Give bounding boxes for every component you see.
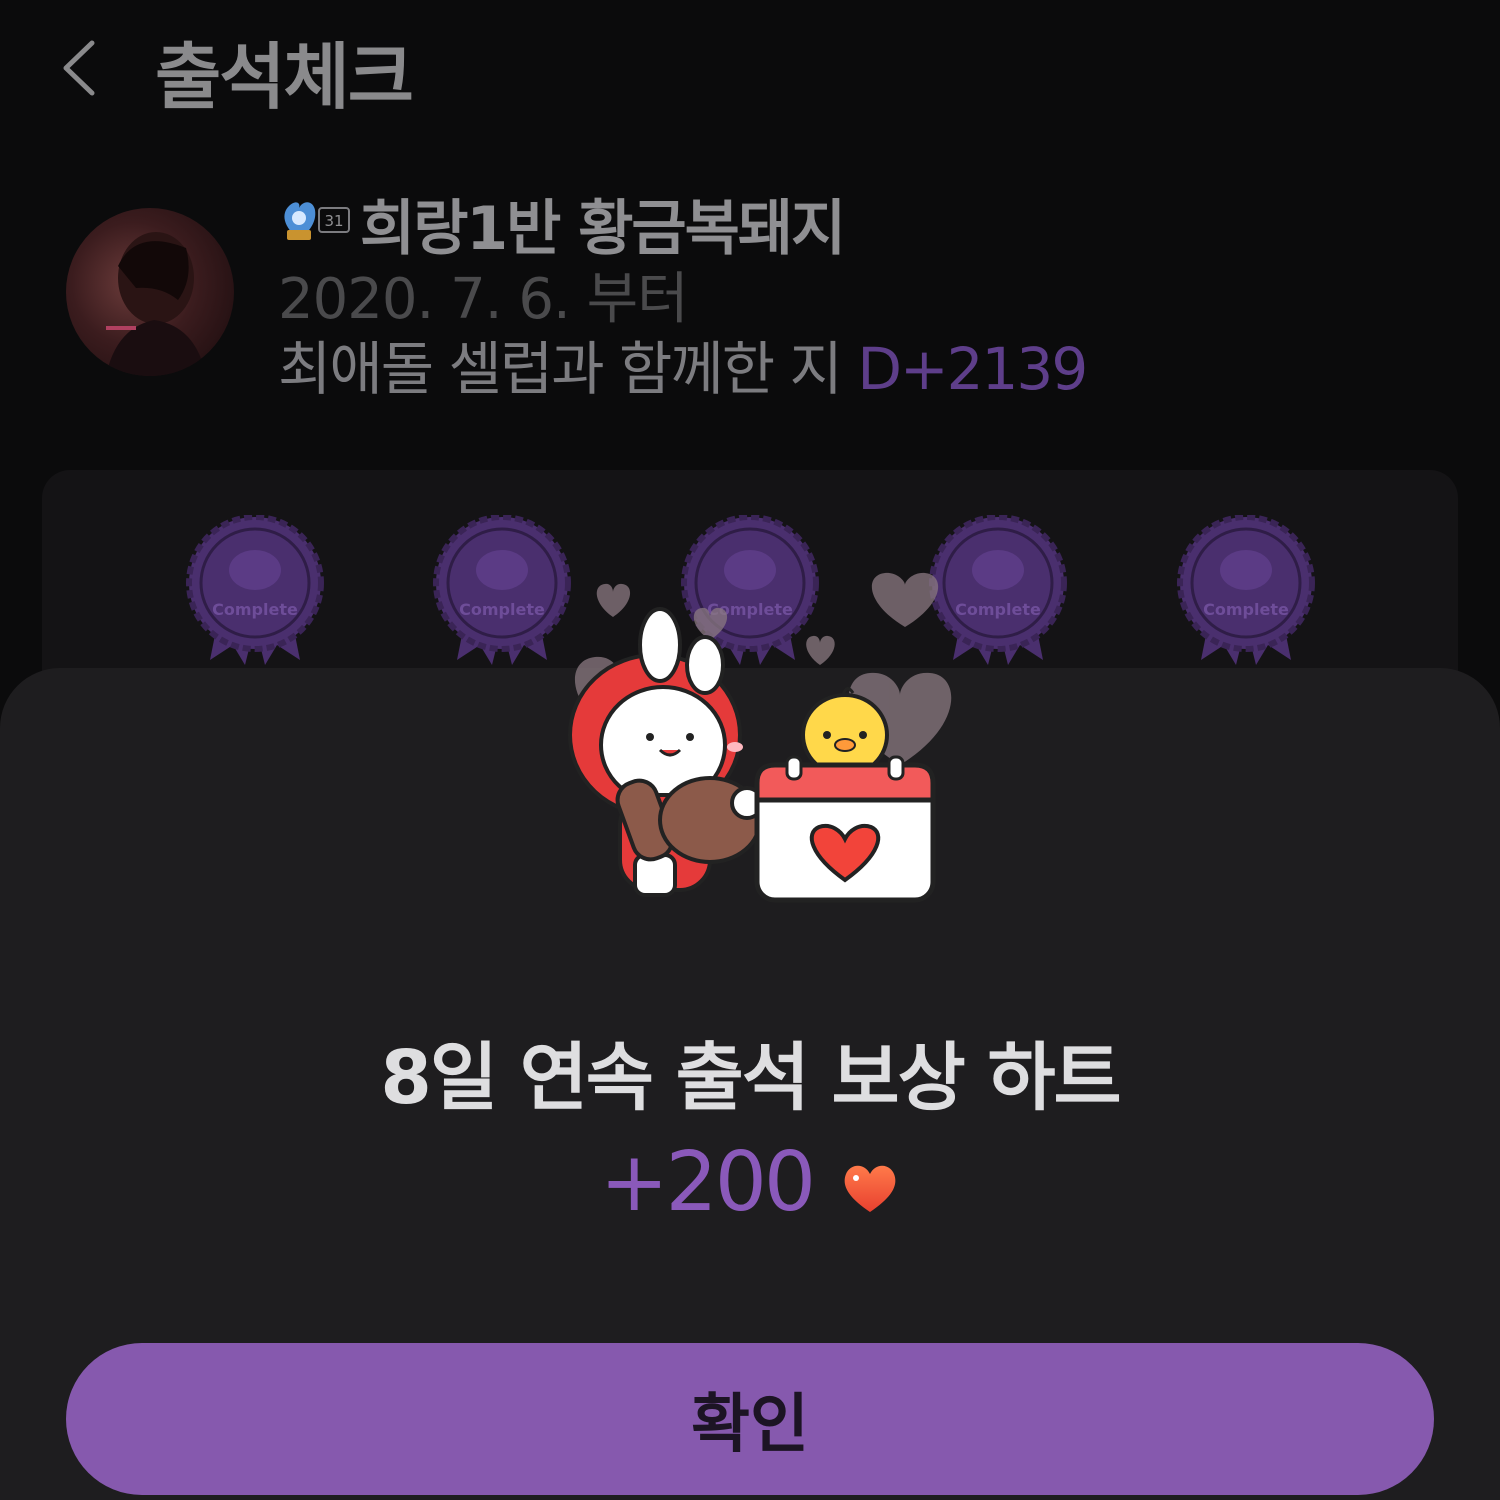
stamp-label: Complete bbox=[212, 600, 298, 619]
page-title: 출석체크 bbox=[155, 35, 414, 119]
reward-illustration bbox=[568, 572, 952, 903]
chevron-left-icon[interactable] bbox=[58, 35, 118, 100]
dday-line: 최애돌 셀럽과 함께한 지 D+2139 bbox=[278, 322, 1088, 406]
dday-prefix: 최애돌 셀럽과 함께한 지 bbox=[278, 335, 843, 403]
stamp-label: Complete bbox=[1203, 600, 1289, 619]
heart-icon bbox=[844, 1165, 896, 1212]
reward-title: 8일 연속 출석 보상 하트 bbox=[380, 1035, 1121, 1121]
complete-stamp-icon: Complete bbox=[186, 515, 324, 665]
badge-level-text: 31 bbox=[324, 212, 343, 230]
dday-value: D+2139 bbox=[857, 335, 1088, 403]
reward-amount-line: +200 bbox=[0, 1135, 1500, 1230]
confirm-button[interactable]: 확인 bbox=[66, 1343, 1434, 1495]
reward-amount: +200 bbox=[599, 1135, 816, 1230]
avatar[interactable] bbox=[66, 208, 234, 376]
level-badge-icon: 31 bbox=[284, 202, 350, 240]
complete-stamp-icon: Complete bbox=[1177, 515, 1315, 665]
header: 출석체크 31 희랑1반 황금복돼지 2020. 7. 6. 부터 최애돌 셀럽… bbox=[0, 0, 1500, 430]
